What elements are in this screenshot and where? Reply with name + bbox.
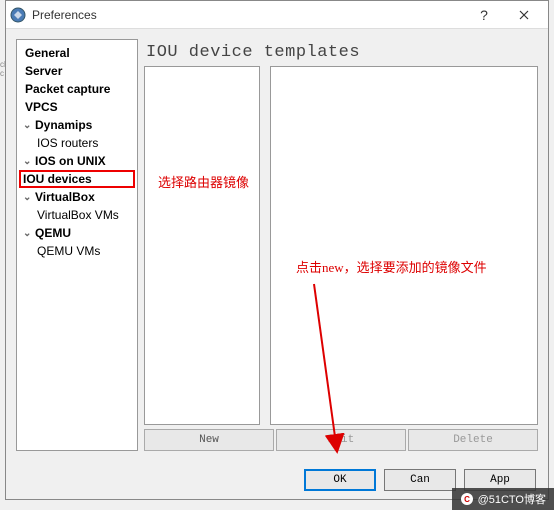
delete-button[interactable]: Delete bbox=[408, 429, 538, 451]
tree-item-dynamips[interactable]: ⌄Dynamips bbox=[19, 116, 135, 134]
tree-item-vpcs[interactable]: VPCS bbox=[19, 98, 135, 116]
tree-item-virtualbox[interactable]: ⌄VirtualBox bbox=[19, 188, 135, 206]
titlebar: Preferences ? bbox=[6, 1, 548, 29]
chevron-down-icon: ⌄ bbox=[23, 156, 33, 167]
main-panel: IOU device templates New Edit Delete bbox=[144, 39, 538, 451]
tree-item-virtualbox-vms[interactable]: VirtualBox VMs bbox=[19, 206, 135, 224]
watermark: C @51CTO博客 bbox=[452, 488, 554, 510]
dialog-content: General Server Packet capture VPCS ⌄Dyna… bbox=[6, 29, 548, 461]
template-panes bbox=[144, 66, 538, 425]
tree-item-ios-on-unix[interactable]: ⌄IOS on UNIX bbox=[19, 152, 135, 170]
panel-title: IOU device templates bbox=[144, 39, 538, 66]
help-button[interactable]: ? bbox=[464, 1, 504, 29]
tree-item-general[interactable]: General bbox=[19, 44, 135, 62]
tree-item-ios-routers[interactable]: IOS routers bbox=[19, 134, 135, 152]
chevron-down-icon: ⌄ bbox=[23, 192, 33, 203]
tree-item-iou-devices[interactable]: IOU devices bbox=[19, 170, 135, 188]
new-button[interactable]: New bbox=[144, 429, 274, 451]
preferences-dialog: Preferences ? General Server Packet capt… bbox=[5, 0, 549, 500]
watermark-icon: C bbox=[460, 492, 474, 506]
template-toolbar: New Edit Delete bbox=[144, 429, 538, 451]
ok-button[interactable]: OK bbox=[304, 469, 376, 491]
window-title: Preferences bbox=[32, 8, 464, 22]
category-tree[interactable]: General Server Packet capture VPCS ⌄Dyna… bbox=[16, 39, 138, 451]
tree-item-server[interactable]: Server bbox=[19, 62, 135, 80]
template-detail-pane bbox=[270, 66, 538, 425]
tree-item-packet-capture[interactable]: Packet capture bbox=[19, 80, 135, 98]
close-button[interactable] bbox=[504, 1, 544, 29]
svg-text:C: C bbox=[464, 495, 470, 504]
app-icon bbox=[10, 7, 26, 23]
chevron-down-icon: ⌄ bbox=[23, 228, 33, 239]
watermark-text: @51CTO博客 bbox=[478, 491, 546, 507]
tree-item-qemu[interactable]: ⌄QEMU bbox=[19, 224, 135, 242]
template-list-pane[interactable] bbox=[144, 66, 260, 425]
chevron-down-icon: ⌄ bbox=[23, 120, 33, 131]
tree-item-qemu-vms[interactable]: QEMU VMs bbox=[19, 242, 135, 260]
cancel-button[interactable]: Can bbox=[384, 469, 456, 491]
edit-button[interactable]: Edit bbox=[276, 429, 406, 451]
